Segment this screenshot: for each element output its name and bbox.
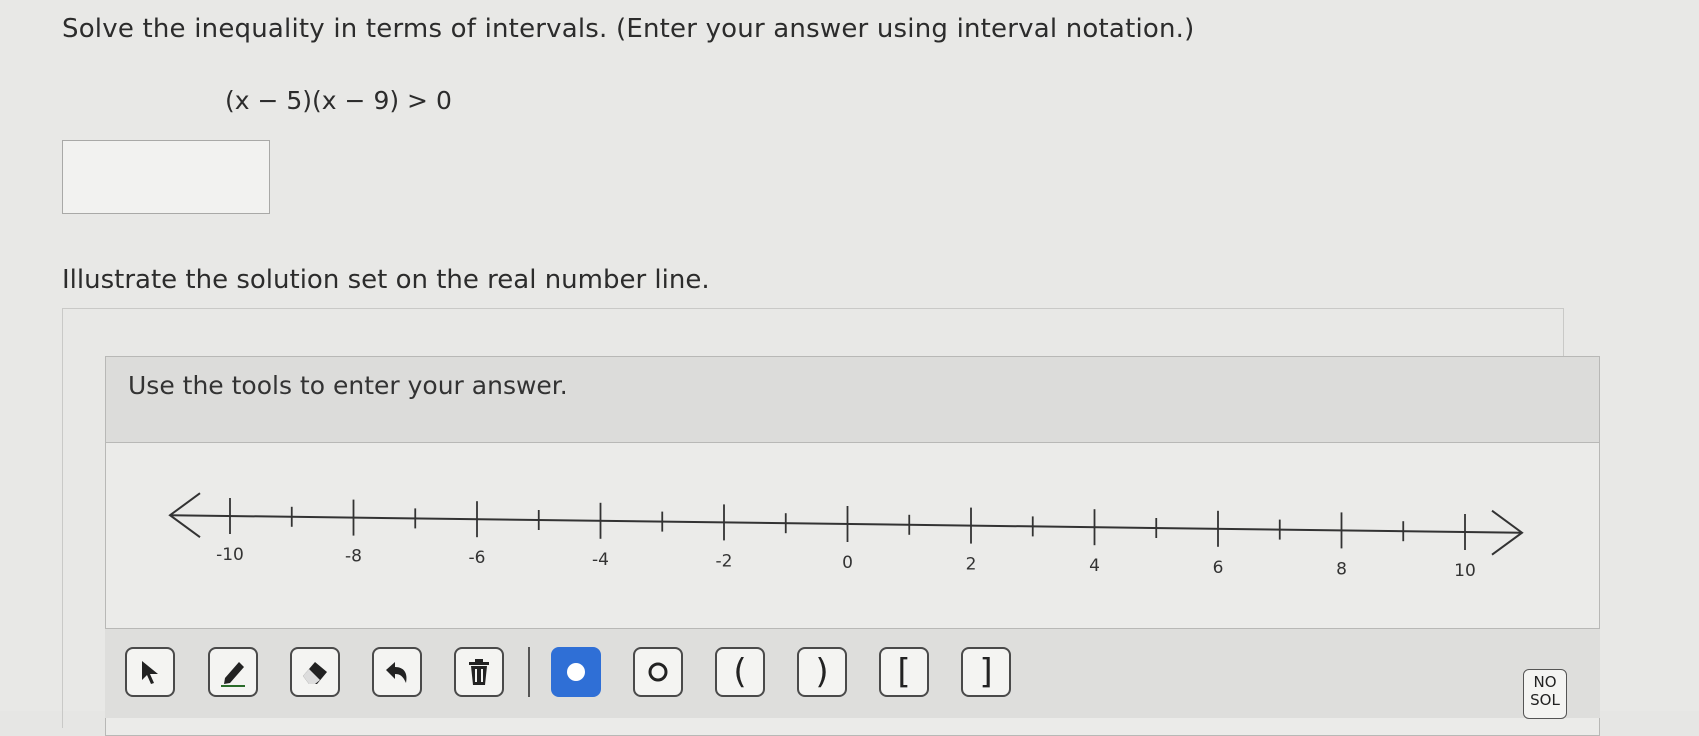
right-paren-icon: ) xyxy=(815,652,829,692)
trash-icon xyxy=(469,659,489,685)
right-bracket-icon: ] xyxy=(979,652,993,692)
tick-label: -4 xyxy=(592,550,609,570)
left-bracket-tool-button[interactable]: [ xyxy=(879,647,929,697)
tick-label: -2 xyxy=(716,551,733,571)
tick-label: -10 xyxy=(216,545,244,565)
undo-tool-button[interactable] xyxy=(372,647,422,697)
left-paren-icon: ( xyxy=(733,652,747,692)
no-solution-label-1: NO xyxy=(1533,673,1557,691)
open-dot-tool-button[interactable] xyxy=(633,647,683,697)
number-line[interactable]: -10 -8 -6 -4 -2 0 2 4 6 8 10 xyxy=(0,0,1699,630)
right-bracket-tool-button[interactable]: ] xyxy=(961,647,1011,697)
eraser-tool-button[interactable] xyxy=(290,647,340,697)
number-line-axis xyxy=(168,492,1524,556)
pointer-tool-button[interactable] xyxy=(125,647,175,697)
tick-label: 0 xyxy=(842,553,853,573)
left-bracket-icon: [ xyxy=(897,652,911,692)
tick-label: -6 xyxy=(469,548,486,568)
trash-tool-button[interactable] xyxy=(454,647,504,697)
page: Solve the inequality in terms of interva… xyxy=(0,0,1699,736)
number-line-labels: -10 -8 -6 -4 -2 0 2 4 6 8 10 xyxy=(216,545,1476,581)
tick-label: 2 xyxy=(966,555,977,575)
pencil-icon xyxy=(221,662,245,687)
no-solution-label-2: SOL xyxy=(1530,691,1560,709)
pencil-tool-button[interactable] xyxy=(208,647,258,697)
number-line-ticks xyxy=(229,498,1466,550)
toolbar-separator xyxy=(528,647,530,697)
axis-line xyxy=(169,514,1523,534)
tick-label: 4 xyxy=(1089,556,1100,576)
eraser-icon xyxy=(303,662,327,684)
tick-label: -8 xyxy=(345,547,362,567)
undo-icon xyxy=(386,662,407,683)
no-solution-button[interactable]: NO SOL xyxy=(1523,669,1567,719)
tick-label: 8 xyxy=(1336,559,1347,579)
tick-label: 10 xyxy=(1454,561,1476,581)
open-dot-icon xyxy=(648,662,668,682)
cursor-arrow-icon xyxy=(142,661,158,684)
right-paren-tool-button[interactable]: ) xyxy=(797,647,847,697)
filled-dot-icon xyxy=(567,663,585,681)
closed-dot-tool-button[interactable] xyxy=(551,647,601,697)
tick-label: 6 xyxy=(1213,558,1224,578)
left-paren-tool-button[interactable]: ( xyxy=(715,647,765,697)
